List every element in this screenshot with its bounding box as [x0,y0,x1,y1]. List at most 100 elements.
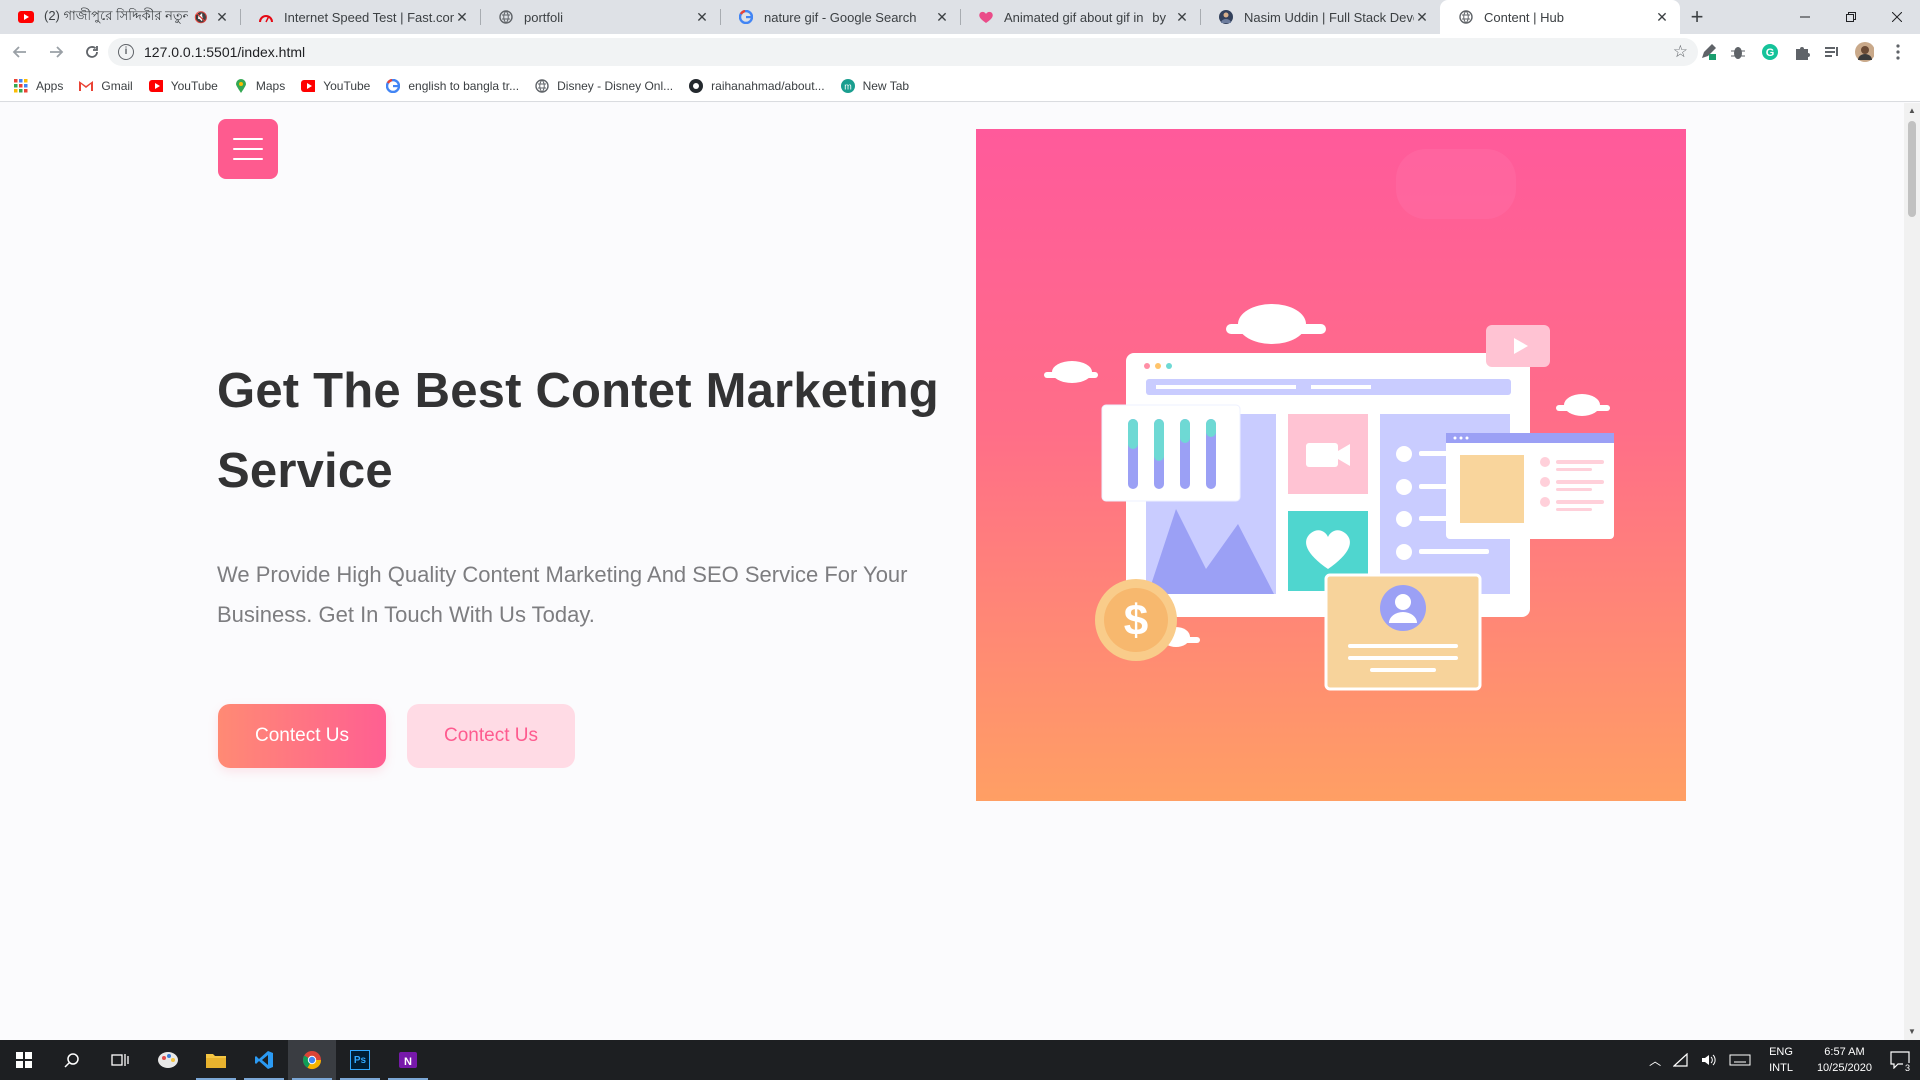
bookmark-item[interactable]: Apps [14,78,64,93]
google-icon [386,78,401,93]
tab-title: (2) গাজীপুরে সিদ্দিকীর নতুন [44,7,189,23]
reload-icon [86,46,98,58]
bookmarks-bar: Apps Gmail YouTube Maps YouTube english to ba… [0,70,1920,102]
bookmark-item[interactable]: raihanahmad/about... [689,78,825,93]
scroll-down-arrow-icon[interactable]: ▼ [1908,1027,1916,1036]
chrome-button[interactable] [288,1040,336,1080]
show-hidden-icons-button[interactable]: ︿ [1649,1052,1661,1069]
browser-tab[interactable]: Internet Speed Test | Fast.com ✕ [240,0,480,34]
back-button[interactable] [4,36,36,68]
hero-title: Get The Best Contet Marketing Service [217,364,939,498]
contact-us-secondary-button[interactable]: Contect Us [407,704,575,768]
file-explorer-button[interactable] [192,1040,240,1080]
reload-button[interactable] [76,36,108,68]
avatar-icon [1218,9,1234,25]
hamburger-menu-button[interactable] [218,119,278,179]
bookmark-label: Apps [36,78,64,93]
bookmark-item[interactable]: YouTube [301,79,370,93]
browser-toolbar: i 127.0.0.1:5501/index.html ☆ [0,34,1920,70]
arrow-right-icon [50,46,64,58]
browser-tab[interactable]: Nasim Uddin | Full Stack Develop✕ [1200,0,1440,34]
address-bar[interactable]: i 127.0.0.1:5501/index.html ☆ [108,38,1698,66]
tab-close-icon[interactable]: ✕ [1654,9,1670,25]
bookmark-item[interactable]: english to bangla tr... [386,78,519,93]
search-button[interactable] [48,1040,96,1080]
forward-button[interactable] [40,36,72,68]
start-button[interactable] [0,1040,48,1080]
restore-icon [1846,12,1856,22]
bookmark-item[interactable]: m New Tab [840,78,909,93]
kebab-menu-icon[interactable] [1888,42,1908,62]
language-code: ENG [1769,1046,1793,1058]
bookmark-label: Maps [255,78,286,93]
browser-tab[interactable]: (2) গাজীপুরে সিদ্দিকীর নতুন 🔇 ✕ [0,0,240,34]
clock[interactable]: 6:57 AM 10/25/2020 [1817,1044,1872,1076]
grammarly-icon[interactable]: G [1760,42,1780,62]
bookmark-star-icon[interactable]: ☆ [1673,42,1688,62]
tab-close-icon[interactable]: ✕ [934,9,950,25]
photoshop-button[interactable]: Ps [336,1040,384,1080]
mute-icon[interactable]: 🔇 [194,11,208,24]
hamburger-line [233,138,263,140]
bookmark-item[interactable]: Maps [234,78,286,93]
tab-close-icon[interactable]: ✕ [214,9,230,25]
input-language[interactable]: ENG INTL [1769,1044,1793,1076]
bookmark-item[interactable]: Disney - Disney Onl... [535,79,673,93]
tab-title: Internet Speed Test | Fast.com [284,9,454,25]
browser-tab[interactable]: Content | Hub ✕ [1440,0,1680,34]
onenote-button[interactable]: N [384,1040,432,1080]
notification-center-button[interactable]: 3 [1890,1051,1912,1073]
browser-tab[interactable]: portfoli ✕ [480,0,720,34]
tab-strip: (2) গাজীপুরে সিদ্দিকীর নতুন 🔇 ✕ Internet Sp… [0,0,1920,34]
bug-extension-icon[interactable] [1728,42,1748,62]
newtab-m-icon: m [840,78,855,93]
apps-grid-icon [14,78,28,93]
url-text: 127.0.0.1:5501/index.html [144,44,306,60]
browser-tab[interactable]: nature gif - Google Search ✕ [720,0,960,34]
keyboard-icon[interactable] [1729,1053,1751,1067]
svg-text:$: $ [1124,596,1148,645]
chrome-icon [303,1051,321,1070]
minimize-button[interactable] [1782,0,1828,34]
user-icon [1380,585,1426,631]
globe-icon [1458,9,1474,25]
page-scrollbar[interactable]: ▲ ▼ [1904,103,1920,1040]
youtube-icon [148,79,163,93]
profile-avatar[interactable] [1854,42,1874,62]
paint-app-button[interactable] [144,1040,192,1080]
puzzle-extensions-icon[interactable] [1792,42,1812,62]
photoshop-icon: Ps [350,1050,370,1070]
contact-us-primary-button[interactable]: Contect Us [218,704,386,768]
info-icon[interactable]: i [118,44,134,60]
browser-tab[interactable]: Animated gif about gif in by ✕ [960,0,1200,34]
tab-close-icon[interactable]: ✕ [1174,9,1190,25]
bookmark-label: YouTube [323,78,371,93]
tab-close-icon[interactable]: ✕ [1414,9,1430,25]
close-window-button[interactable] [1874,0,1920,34]
tab-close-icon[interactable]: ✕ [694,9,710,25]
google-icon [738,9,754,25]
tab-close-icon[interactable]: ✕ [454,9,470,25]
clock-date: 10/25/2020 [1816,1062,1872,1074]
youtube-icon [18,9,34,25]
media-queue-icon[interactable] [1822,42,1842,62]
pen-extension-icon[interactable] [1698,42,1718,62]
scroll-up-arrow-icon[interactable]: ▲ [1908,106,1916,115]
restore-button[interactable] [1828,0,1874,34]
vscode-button[interactable] [240,1040,288,1080]
youtube-icon [301,79,316,93]
bookmark-item[interactable]: Gmail [79,79,133,93]
arrow-left-icon [12,46,26,58]
network-icon[interactable] [1673,1053,1689,1067]
hamburger-line [233,148,263,150]
scrollbar-thumb[interactable] [1908,121,1916,217]
bookmark-item[interactable]: YouTube [148,78,218,93]
task-view-button[interactable] [96,1040,144,1080]
plus-icon: + [1690,4,1704,29]
new-tab-button[interactable]: + [1680,0,1714,34]
hamburger-line [233,158,263,160]
task-view-icon [111,1054,129,1066]
chevron-up-icon: ︿ [1649,1053,1662,1068]
bookmark-label: YouTube [170,78,218,93]
volume-icon[interactable] [1701,1053,1717,1067]
